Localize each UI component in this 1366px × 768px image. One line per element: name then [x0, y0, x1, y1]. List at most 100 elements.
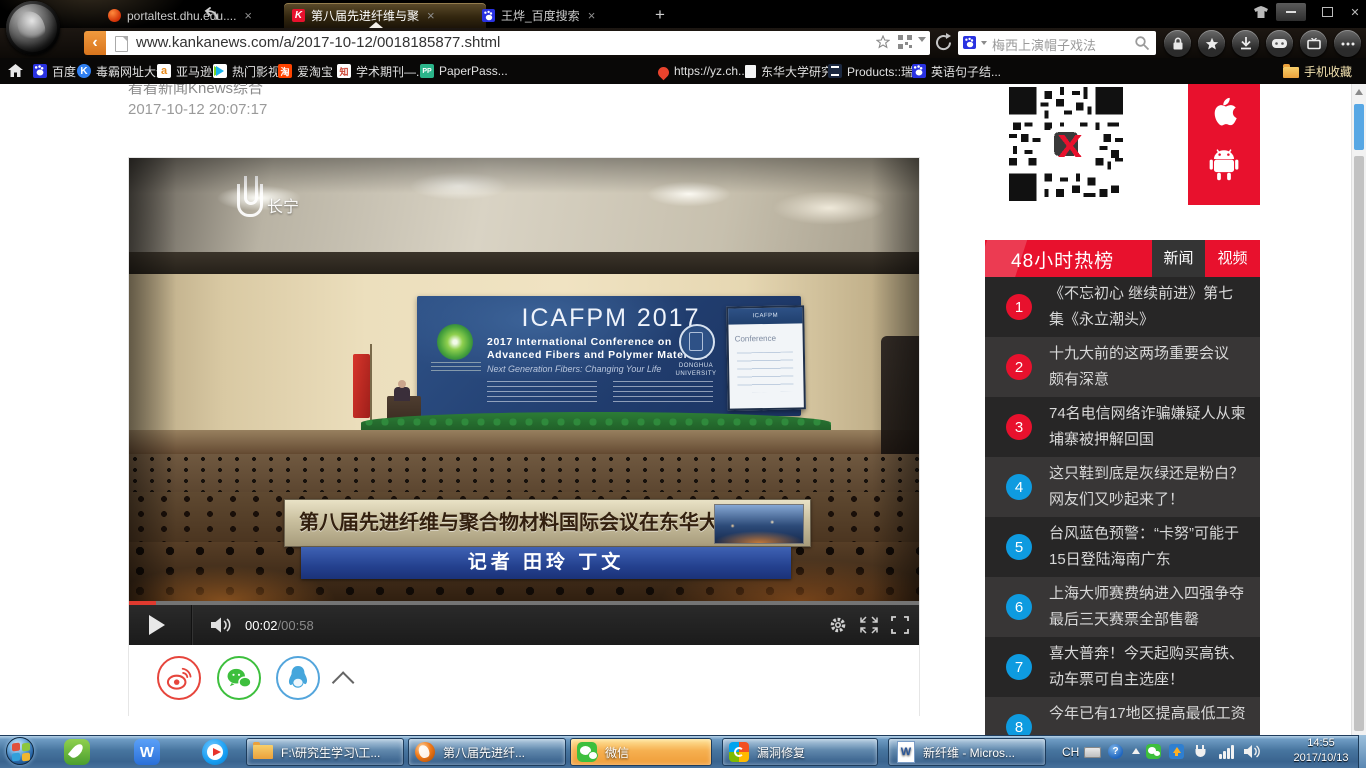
banner-smallprint — [487, 381, 597, 405]
video-frame[interactable]: ICAFPM 2017 2017 International Conferenc… — [129, 158, 919, 601]
tab-close-icon[interactable]: × — [244, 8, 252, 23]
close-window-button[interactable]: ✕ — [1340, 3, 1366, 21]
tab-favicon — [108, 9, 121, 22]
bookmark-label: 英语句子结... — [931, 63, 1001, 80]
tab-baidu-search[interactable]: 王烨_百度搜索 × — [474, 3, 668, 28]
share-qq-button[interactable] — [276, 656, 320, 700]
taskbar-word-window[interactable]: W 新纤维 - Micros... — [888, 738, 1046, 766]
share-weibo-button[interactable] — [157, 656, 201, 700]
tab-portaltest[interactable]: portaltest.dhu.edu.... × — [100, 3, 296, 28]
downloads-button[interactable] — [1232, 30, 1259, 57]
bookmark-cnki[interactable]: 知 学术期刊—... — [337, 58, 426, 84]
settings-gear-icon[interactable] — [829, 616, 847, 634]
taskbar-clock[interactable]: 14:55 2017/10/13 — [1284, 736, 1358, 767]
bookmark-star-add-icon[interactable] — [876, 35, 890, 49]
taskbar-wechat-window[interactable]: 微信 — [570, 738, 712, 766]
new-tab-button[interactable]: + — [655, 5, 665, 25]
time-current: 00:02 — [245, 618, 278, 633]
list-item[interactable]: 1 《不忘初心 继续前进》第七集《永立潮头》 — [985, 277, 1260, 337]
security-lock-button[interactable] — [1164, 30, 1191, 57]
refresh-icon[interactable] — [934, 33, 953, 52]
bookmark-products[interactable]: Products::瑞... — [828, 58, 923, 84]
list-item[interactable]: 3 74名电信网络诈骗嫌疑人从柬埔寨被押解回国 — [985, 397, 1260, 457]
list-item[interactable]: 7 喜大普奔！今天起购买高铁、动车票可自主选座！ — [985, 637, 1260, 697]
search-query[interactable]: 梅西上演帽子戏法 — [992, 35, 1096, 54]
favorites-button[interactable] — [1198, 30, 1225, 57]
bookmark-baidu[interactable]: 百度 — [33, 58, 76, 84]
tab-news[interactable]: 新闻 — [1152, 240, 1205, 277]
tv-mode-button[interactable] — [1300, 30, 1327, 57]
bookmark-taobao[interactable]: 淘 爱淘宝 — [278, 58, 333, 84]
tab-close-icon[interactable]: × — [588, 8, 596, 23]
lock-icon — [1172, 37, 1184, 50]
taskbar-repair-window[interactable]: 漏洞修复 — [722, 738, 878, 766]
wechat-tray-icon[interactable] — [1146, 744, 1161, 759]
home-button[interactable] — [8, 58, 23, 84]
scroll-up-icon[interactable] — [1355, 89, 1363, 95]
tab-close-icon[interactable]: × — [427, 8, 435, 23]
url-text[interactable]: www.kankanews.com/a/2017-10-12/001818587… — [136, 34, 500, 51]
play-button[interactable] — [149, 615, 165, 635]
apple-logo-icon[interactable] — [1208, 96, 1240, 134]
url-field[interactable]: www.kankanews.com/a/2017-10-12/001818587… — [106, 31, 930, 55]
games-button[interactable] — [1266, 30, 1293, 57]
bookmark-yz[interactable]: https://yz.ch... — [658, 58, 748, 84]
browser-logo-icon[interactable] — [6, 1, 60, 55]
tab-kankanews-active[interactable]: K 第八届先进纤维与聚 × — [284, 3, 486, 28]
word-document-icon: W — [895, 741, 917, 763]
search-icon[interactable] — [1134, 35, 1150, 51]
item-text: 喜大普奔！今天起购买高铁、动车票可自主选座！ — [1049, 641, 1247, 693]
qr-code-icon[interactable] — [898, 35, 912, 49]
volume-tray-icon[interactable] — [1244, 744, 1260, 764]
page-scrollbar[interactable] — [1351, 84, 1366, 735]
bookmark-video[interactable]: 热门影视 — [213, 58, 280, 84]
bookmark-paperpass[interactable]: PP PaperPass... — [420, 58, 508, 84]
power-plug-tray-icon[interactable] — [1193, 744, 1208, 764]
bookmark-duba[interactable]: K 毒霸网址大全 — [77, 58, 168, 84]
taskbar-folder-window[interactable]: F:\研究生学习\工... — [246, 738, 404, 766]
more-menu-button[interactable] — [1334, 30, 1361, 57]
help-tray-icon[interactable]: ? — [1108, 744, 1123, 759]
list-item[interactable]: 8 今年已有17地区提高最低工资 — [985, 697, 1260, 735]
tab-favicon-baidu-paw-icon — [482, 9, 495, 22]
share-wechat-button[interactable] — [217, 656, 261, 700]
tencent-video-icon[interactable] — [202, 739, 228, 765]
theater-mode-icon[interactable] — [860, 616, 878, 634]
chevron-down-icon[interactable] — [918, 37, 926, 42]
list-item[interactable]: 5 台风蓝色预警：“卡努”可能于15日登陆海南广东 — [985, 517, 1260, 577]
mobile-favorites-folder[interactable]: 手机收藏 — [1283, 58, 1352, 84]
fullscreen-icon[interactable] — [891, 616, 909, 634]
taskbar-browser-window[interactable]: 第八届先进纤... — [408, 738, 566, 766]
share-row — [129, 645, 919, 716]
android-logo-icon[interactable] — [1209, 146, 1239, 182]
tray-expand-icon[interactable] — [1132, 748, 1140, 754]
tab-video[interactable]: 视频 — [1205, 240, 1260, 277]
collapse-chevron-icon[interactable] — [333, 671, 355, 682]
video-player: ICAFPM 2017 2017 International Conferenc… — [128, 157, 920, 716]
show-desktop-button[interactable] — [1358, 735, 1366, 768]
skin-button[interactable] — [1246, 3, 1276, 21]
app-store-panel — [1188, 84, 1260, 205]
network-signal-icon[interactable] — [1219, 744, 1236, 759]
list-item[interactable]: 2 十九大前的这两场重要会议 颇有深意 — [985, 337, 1260, 397]
coreldraw-icon[interactable] — [64, 739, 90, 765]
scrollbar-thumb[interactable] — [1354, 104, 1364, 150]
volume-icon[interactable] — [211, 617, 233, 633]
list-item[interactable]: 4 这只鞋到底是灰绿还是粉白？网友们又吵起来了！ — [985, 457, 1260, 517]
search-input[interactable]: 梅西上演帽子戏法 — [958, 31, 1156, 55]
wps-icon[interactable]: W — [134, 739, 160, 765]
input-language-indicator[interactable]: CH — [1062, 745, 1079, 759]
bookmark-english[interactable]: 英语句子结... — [912, 58, 1001, 84]
restore-button[interactable] — [1312, 3, 1342, 21]
search-engine-dropdown-icon[interactable] — [981, 41, 987, 45]
list-item[interactable]: 6 上海大师赛费纳进入四强争夺 最后三天赛票全部售罄 — [985, 577, 1260, 637]
scrollbar-track[interactable] — [1354, 156, 1364, 731]
item-text: 这只鞋到底是灰绿还是粉白？网友们又吵起来了！ — [1049, 461, 1247, 513]
start-button[interactable] — [6, 737, 34, 765]
nav-back-button[interactable]: ‹ — [84, 31, 106, 55]
minimize-button[interactable] — [1276, 3, 1306, 21]
screen-text: Conference — [735, 334, 777, 344]
360-tray-icon[interactable] — [1169, 744, 1184, 759]
keyboard-icon[interactable] — [1084, 747, 1101, 758]
bookmark-amazon[interactable]: a 亚马逊 — [157, 58, 212, 84]
